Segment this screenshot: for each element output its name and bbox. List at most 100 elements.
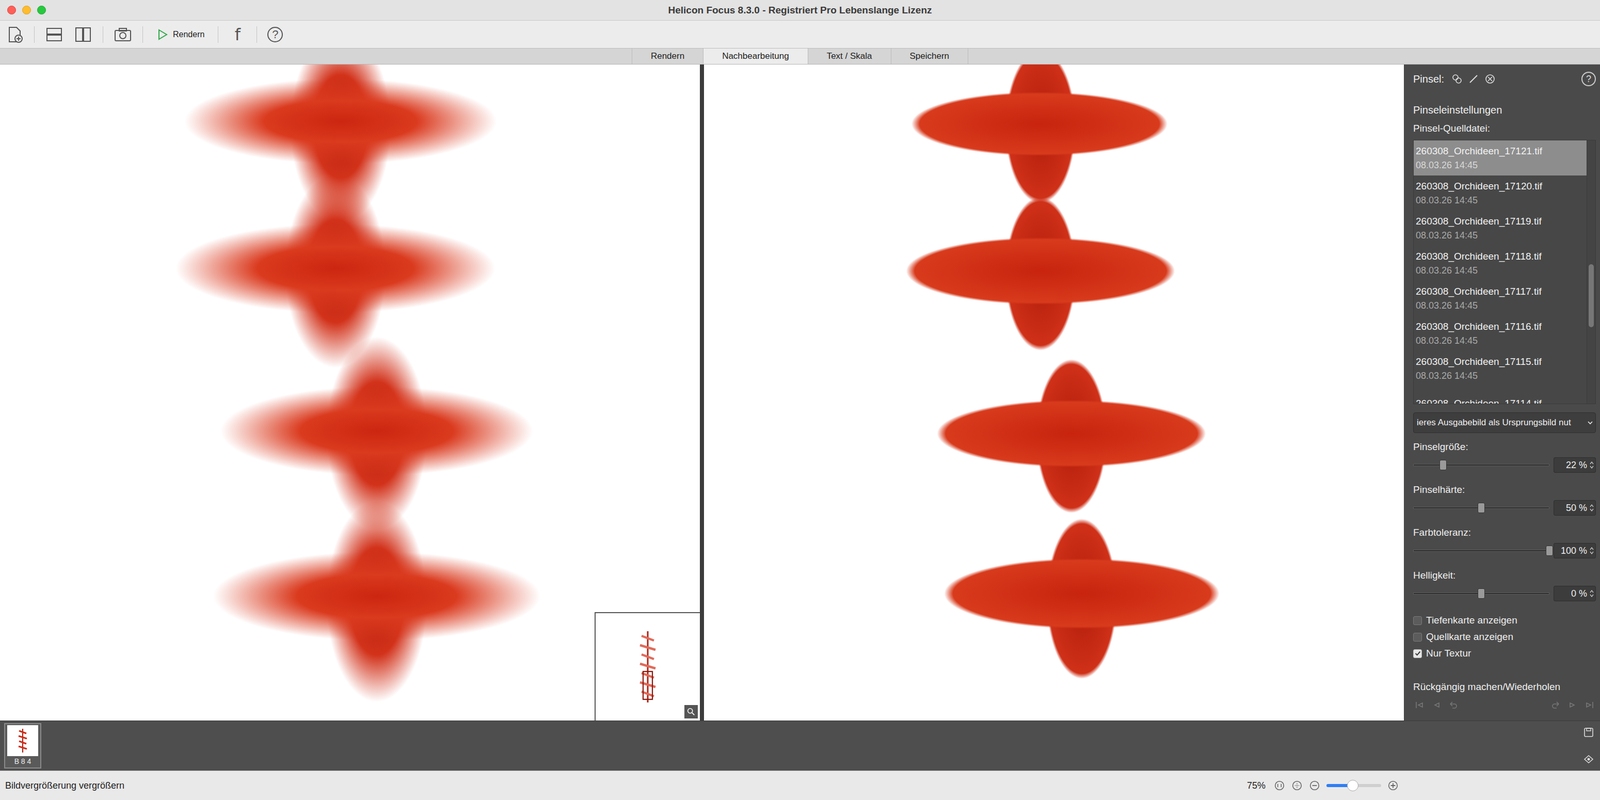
file-list-scrollbar[interactable] <box>1586 140 1596 404</box>
status-message: Bildvergrößerung vergrößern <box>5 780 1247 792</box>
source-file-item[interactable]: 260308_Orchideen_17121.tif 08.03.26 14:4… <box>1413 140 1587 176</box>
panel-help-button[interactable]: ? <box>1581 71 1596 87</box>
tab[interactable]: Speichern <box>890 48 969 64</box>
slider-value-field[interactable]: 22 % <box>1553 457 1596 473</box>
toolbar: Rendern f ? <box>0 20 1600 48</box>
orchid-thumbnail-icon <box>14 727 31 754</box>
play-icon <box>156 28 169 41</box>
source-file-list[interactable]: 260308_Orchideen_17121.tif 08.03.26 14:4… <box>1413 139 1596 405</box>
brush-label: Pinsel: <box>1413 73 1445 86</box>
slider-track[interactable] <box>1413 457 1550 473</box>
brush-settings-title: Pinseleinstellungen <box>1413 103 1596 117</box>
spinner-arrows-icon[interactable] <box>1589 588 1595 599</box>
redo-all-icon[interactable] <box>1583 698 1596 712</box>
slider-value-field[interactable]: 0 % <box>1553 585 1596 602</box>
checkbox-row[interactable]: Quellkarte anzeigen <box>1413 628 1596 646</box>
zoom-controls: 75% <box>1246 779 1399 792</box>
slider-label: Pinselgröße: <box>1413 440 1596 454</box>
undo-redo-title: Rückgängig machen/Wiederholen <box>1413 680 1596 694</box>
slider-setting: Pinselhärte: 50 % <box>1413 483 1596 516</box>
spinner-arrows-icon[interactable] <box>1589 545 1595 556</box>
help-button[interactable]: ? <box>267 26 283 43</box>
undo-all-icon[interactable] <box>1413 698 1426 712</box>
slider-thumb[interactable] <box>1477 502 1485 514</box>
source-image-viewer[interactable] <box>0 64 700 721</box>
tab[interactable]: Text / Skala <box>807 48 891 64</box>
undo-step-icon[interactable] <box>1429 698 1443 712</box>
title-bar: Helicon Focus 8.3.0 - Registriert Pro Le… <box>0 0 1600 21</box>
brush-source-label: Pinsel-Quelldatei: <box>1413 122 1596 135</box>
navigator-thumbnail[interactable] <box>594 612 700 721</box>
retouch-panel: Pinsel: ? Pinseleinstellungen Pinsel-Que… <box>1403 64 1600 721</box>
slider-label: Helligkeit: <box>1413 569 1596 582</box>
filmstrip: B 8 4 <box>0 720 1600 771</box>
scrollbar-thumb[interactable] <box>1588 264 1594 328</box>
slider-track[interactable] <box>1413 500 1550 516</box>
workspace: Pinsel: ? Pinseleinstellungen Pinsel-Que… <box>0 64 1600 721</box>
layout-columns-icon[interactable] <box>73 25 93 44</box>
facebook-button[interactable]: f <box>228 25 247 44</box>
checkbox[interactable] <box>1413 632 1422 642</box>
close-button[interactable] <box>7 5 16 15</box>
source-file-item[interactable]: 260308_Orchideen_17115.tif 08.03.26 14:4… <box>1413 350 1587 387</box>
magnifier-button[interactable] <box>684 705 698 719</box>
source-file-item[interactable]: 260308_Orchideen_17116.tif 08.03.26 14:4… <box>1413 315 1587 351</box>
slider-label: Pinselhärte: <box>1413 483 1596 496</box>
redo-icon[interactable] <box>1550 698 1563 712</box>
source-file-item[interactable]: 260308_Orchideen_17120.tif 08.03.26 14:4… <box>1413 175 1587 211</box>
spinner-arrows-icon[interactable] <box>1589 459 1595 471</box>
slider-setting: Farbtoleranz: 100 % <box>1413 526 1596 559</box>
source-file-item[interactable]: 260308_Orchideen_17114.tif <box>1413 386 1587 404</box>
image-thumbnail[interactable]: B 8 4 <box>4 723 42 769</box>
clone-stamp-icon[interactable] <box>1451 73 1463 85</box>
slider-thumb[interactable] <box>1545 545 1554 556</box>
eraser-icon[interactable] <box>1484 73 1496 85</box>
slider-value-field[interactable]: 100 % <box>1553 542 1596 559</box>
checkmark-icon <box>1414 649 1422 658</box>
zoom-out-icon[interactable] <box>1308 779 1321 792</box>
checkbox-row[interactable]: Tiefenkarte anzeigen <box>1413 612 1596 629</box>
spinner-arrows-icon[interactable] <box>1589 502 1595 514</box>
checkbox[interactable] <box>1413 616 1422 626</box>
result-image-viewer[interactable] <box>704 64 1404 721</box>
redo-step-icon[interactable] <box>1566 698 1580 712</box>
zoom-button[interactable] <box>37 5 46 15</box>
zoom-value: 75% <box>1246 780 1266 792</box>
slider-track[interactable] <box>1413 585 1550 602</box>
render-button[interactable]: Rendern <box>153 28 208 41</box>
camera-icon[interactable] <box>113 25 133 44</box>
export-icon[interactable] <box>1582 753 1595 766</box>
save-icon[interactable] <box>1582 726 1595 739</box>
slider-thumb[interactable] <box>1439 459 1447 471</box>
magnifier-icon <box>686 707 696 717</box>
viewer-divider[interactable] <box>699 64 704 721</box>
tab[interactable]: Rendern <box>631 48 703 64</box>
source-file-item[interactable]: 260308_Orchideen_17117.tif 08.03.26 14:4… <box>1413 280 1587 316</box>
slider-setting: Pinselgröße: 22 % <box>1413 440 1596 473</box>
slider-track[interactable] <box>1413 542 1550 559</box>
checkbox[interactable] <box>1413 649 1422 659</box>
tab[interactable]: Nachbearbeitung <box>702 48 808 64</box>
layout-rows-icon[interactable] <box>44 25 64 44</box>
slider-label: Farbtoleranz: <box>1413 526 1596 539</box>
slider-value-field[interactable]: 50 % <box>1553 500 1596 516</box>
result-photo <box>704 64 1404 721</box>
zoom-slider-thumb[interactable] <box>1347 779 1359 792</box>
source-mode-dropdown[interactable]: ieres Ausgabebild als Ursprungsbild nut <box>1413 412 1596 434</box>
new-document-icon[interactable] <box>5 25 24 44</box>
checkbox-row[interactable]: Nur Textur <box>1413 645 1596 662</box>
orchid-thumbnail-icon <box>632 625 664 709</box>
tab-bar: RendernNachbearbeitungText / SkalaSpeich… <box>0 48 1600 65</box>
source-file-item[interactable]: 260308_Orchideen_17118.tif 08.03.26 14:4… <box>1413 245 1587 281</box>
source-file-item[interactable]: 260308_Orchideen_17119.tif 08.03.26 14:4… <box>1413 210 1587 246</box>
brush-icon[interactable] <box>1467 73 1480 85</box>
slider-thumb[interactable] <box>1477 588 1485 599</box>
actual-size-icon[interactable] <box>1273 779 1286 792</box>
app-window: Helicon Focus 8.3.0 - Registriert Pro Le… <box>0 0 1600 800</box>
fit-to-window-icon[interactable] <box>1291 779 1303 792</box>
undo-icon[interactable] <box>1446 698 1459 712</box>
window-title: Helicon Focus 8.3.0 - Registriert Pro Le… <box>667 4 932 16</box>
minimize-button[interactable] <box>22 5 31 15</box>
zoom-slider[interactable] <box>1326 784 1382 788</box>
zoom-in-icon[interactable] <box>1387 779 1399 792</box>
